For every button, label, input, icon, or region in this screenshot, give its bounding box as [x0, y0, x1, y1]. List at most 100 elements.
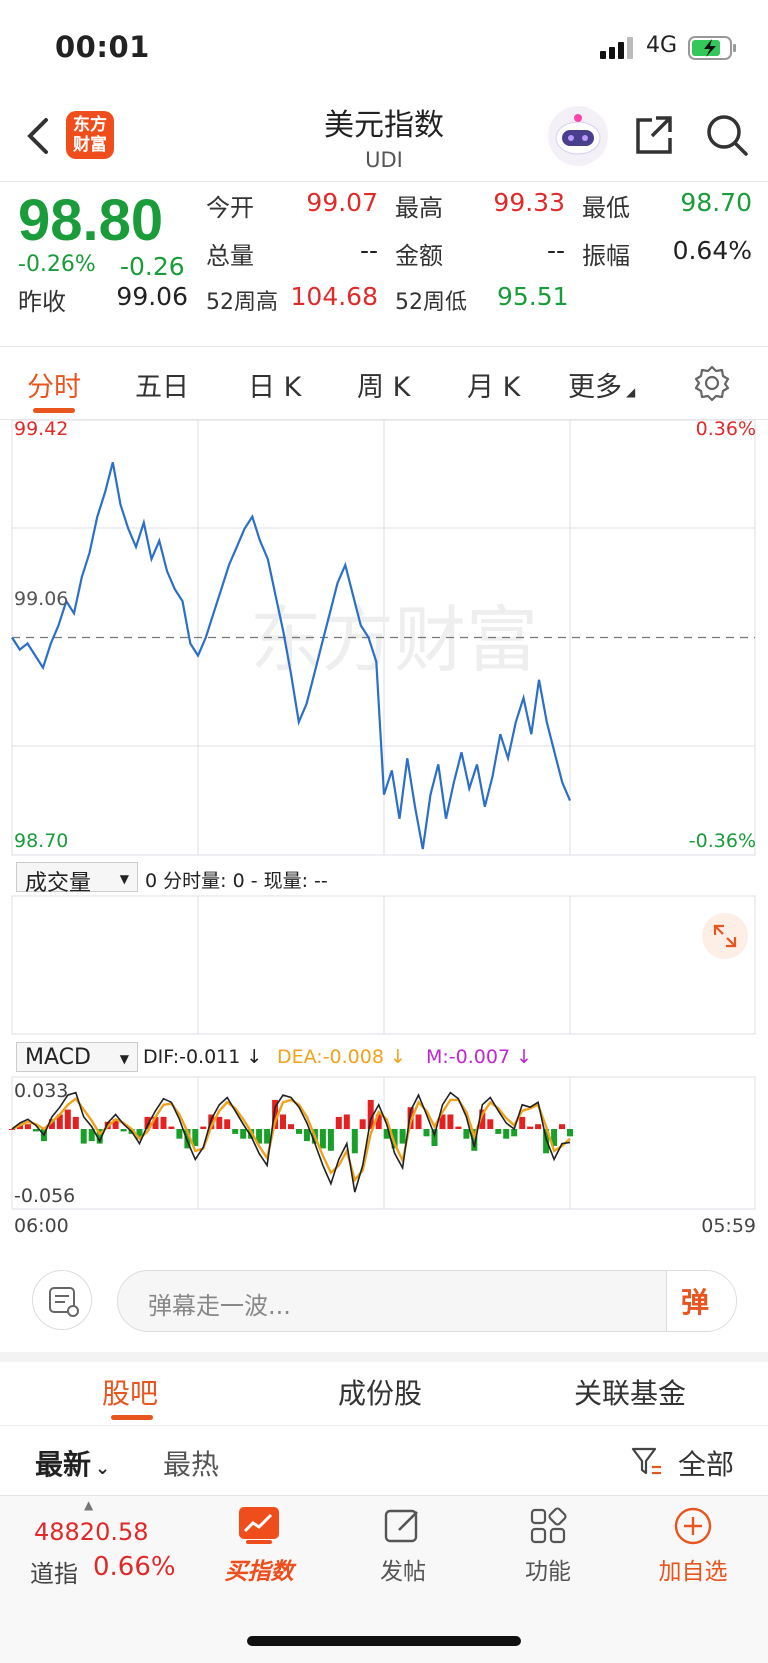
macd-bar — [351, 1129, 358, 1154]
macd-bar — [335, 1116, 342, 1129]
macd-bar — [455, 1126, 462, 1129]
macd-indicator-select[interactable]: MACD ▼ — [16, 1042, 138, 1072]
tab-related-funds[interactable]: 关联基金 — [574, 1372, 686, 1412]
macd-bar — [72, 1116, 79, 1129]
filter-all[interactable]: 全部 — [678, 1443, 734, 1483]
amount-value: -- — [546, 236, 565, 265]
low-value: 98.70 — [680, 188, 752, 217]
macd-bar — [567, 1129, 573, 1137]
nav-add-watchlist[interactable]: 加自选 — [648, 1506, 738, 1586]
macd-bar — [399, 1129, 406, 1144]
active-tab-indicator — [33, 408, 75, 413]
danmaku-toggle-button[interactable]: 弹 — [666, 1271, 736, 1331]
comment-list-icon[interactable] — [32, 1270, 92, 1330]
macd-bar — [280, 1114, 286, 1130]
grid-icon — [530, 1507, 567, 1544]
x-end-label: 05:59 — [701, 1215, 756, 1237]
nav-buy-index[interactable]: 买指数 — [214, 1506, 304, 1586]
tab-weekly-k[interactable]: 周 K — [357, 365, 410, 404]
y-right-top: 0.36% — [695, 418, 756, 440]
macd-bar — [296, 1129, 302, 1134]
tab-constituents[interactable]: 成份股 — [338, 1372, 422, 1412]
nav-post[interactable]: 发帖 — [358, 1506, 448, 1586]
x-start-label: 06:00 — [14, 1215, 69, 1237]
tab-five-day[interactable]: 五日 — [135, 365, 189, 404]
macd-histogram — [9, 1099, 573, 1154]
danmaku-input[interactable]: 弹幕走一波... — [117, 1270, 737, 1332]
high-label: 最高 — [395, 194, 443, 222]
expand-icon[interactable] — [702, 913, 748, 959]
sort-latest[interactable]: 最新 ⌄ — [35, 1443, 110, 1483]
y-left-bottom: 98.70 — [14, 830, 69, 852]
dow-name[interactable]: 道指 — [30, 1554, 78, 1589]
macd-bar — [487, 1119, 494, 1129]
change-amount: -0.26 — [120, 252, 185, 281]
filter-icon[interactable] — [630, 1445, 664, 1479]
macd-bar — [327, 1129, 334, 1151]
macd-bottom-tick: -0.056 — [14, 1185, 76, 1207]
dropdown-caret-icon: ▼ — [119, 872, 129, 886]
macd-bar — [64, 1109, 71, 1129]
macd-bar — [423, 1129, 430, 1137]
macd-bar — [120, 1129, 127, 1132]
macd-bar — [359, 1119, 366, 1129]
nav-functions[interactable]: 功能 — [503, 1506, 593, 1586]
macd-bar — [24, 1124, 31, 1130]
volume-indicator-select[interactable]: 成交量 ▼ — [16, 862, 138, 896]
bottom-navbar: ▲ 48820.58 道指 0.66% 买指数 发帖 功能 加自选 — [0, 1495, 768, 1663]
settings-gear-icon[interactable] — [693, 364, 731, 402]
macd-bar — [168, 1126, 175, 1129]
macd-bar — [240, 1129, 247, 1139]
macd-bar — [495, 1129, 502, 1134]
y-left-mid: 99.06 — [14, 588, 69, 610]
tab-intraday[interactable]: 分时 — [27, 365, 81, 404]
section-divider — [0, 1352, 768, 1362]
macd-bar — [415, 1114, 422, 1130]
add-circle-icon — [674, 1507, 712, 1545]
home-indicator — [247, 1636, 521, 1646]
macd-bar — [559, 1124, 565, 1130]
52w-high-label: 52周高 — [206, 290, 278, 315]
chart-area[interactable]: 东方财富 99.42 99.06 98.70 0.36% -0.36% 成交量 ▼… — [0, 418, 768, 1260]
macd-bar — [232, 1129, 239, 1134]
macd-bar — [288, 1124, 294, 1130]
tab-more[interactable]: 更多 ◢ — [568, 365, 635, 404]
community-tabs: 股吧 成份股 关联基金 — [0, 1362, 768, 1426]
dea-line — [11, 1097, 571, 1183]
share-icon[interactable] — [630, 110, 680, 160]
macd-bar — [224, 1119, 231, 1129]
macd-bar — [216, 1116, 223, 1129]
amount-label: 金额 — [395, 242, 443, 270]
macd-bar — [32, 1129, 39, 1132]
dow-value[interactable]: 48820.58 — [34, 1518, 149, 1546]
macd-bar — [519, 1116, 526, 1129]
network-type: 4G — [646, 33, 678, 58]
dropdown-caret-icon: ▼ — [119, 1052, 129, 1066]
macd-bar — [200, 1126, 207, 1129]
caret-up-icon: ▲ — [84, 1498, 94, 1512]
prev-close-value: 99.06 — [116, 282, 188, 311]
dow-pct[interactable]: 0.66% — [93, 1552, 176, 1582]
quote-panel: 98.80 -0.26% -0.26 今开 99.07 最高 99.33 最低 … — [0, 182, 768, 347]
prev-close-label: 昨收 — [18, 288, 66, 316]
edit-icon — [384, 1509, 418, 1543]
macd-bar — [343, 1114, 350, 1130]
chevron-down-icon: ⌄ — [95, 1458, 111, 1479]
change-percent: -0.26% — [18, 252, 96, 277]
search-icon[interactable] — [702, 110, 752, 160]
macd-bar — [503, 1129, 510, 1139]
macd-m: M:-0.007 ↓ — [426, 1046, 533, 1068]
tab-monthly-k[interactable]: 月 K — [467, 365, 520, 404]
ai-assistant-icon[interactable] — [546, 104, 610, 168]
volume-value: -- — [359, 236, 378, 265]
current-price: 98.80 — [18, 188, 164, 253]
status-time: 00:01 — [55, 30, 150, 64]
tab-guba[interactable]: 股吧 — [102, 1372, 158, 1412]
macd-bar — [535, 1124, 542, 1130]
status-bar: 00:01 4G — [0, 0, 768, 92]
tab-daily-k[interactable]: 日 K — [248, 365, 301, 404]
comment-bar: 弹幕走一波... 弹 — [0, 1270, 768, 1350]
sort-hot[interactable]: 最热 — [163, 1443, 219, 1483]
open-label: 今开 — [206, 194, 254, 222]
volume-panel-grid — [11, 895, 756, 1035]
